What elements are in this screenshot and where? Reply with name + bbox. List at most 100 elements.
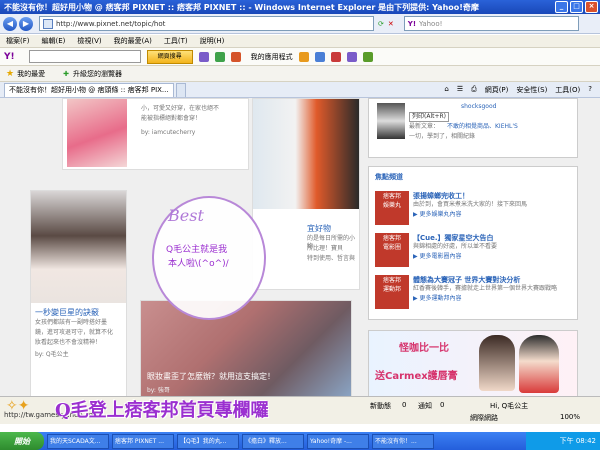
stop-icon[interactable]: ✕ xyxy=(388,20,394,28)
page-content: 小，可愛又好穿，在家也絕不 能被指標絕對都會穿！ by: iamcutecher… xyxy=(0,98,600,396)
best-label: Best xyxy=(168,206,204,225)
channel-badge-text: 痞客邦 xyxy=(382,193,401,200)
yahoo-search-input[interactable] xyxy=(28,50,141,63)
article-desc: 女孩們都該有一副時搭好墨 xyxy=(35,319,108,326)
my-apps-label[interactable]: 我的應用程式 xyxy=(251,52,293,62)
channel-headline[interactable]: 張揚蟑螂完收工！ xyxy=(413,191,469,201)
toolbar-app-icon[interactable] xyxy=(362,51,373,62)
advertisement[interactable]: 怪咖比一比 送Carmex護唇膏 xyxy=(368,330,578,396)
system-tray: 下午 08:42 xyxy=(526,432,600,450)
article-card[interactable]: 小，可愛又好穿，在家也絕不 能被指標絕對都會穿！ by: iamcutecher… xyxy=(62,98,249,170)
article-card[interactable]: 眼妝畫歪了怎麼辦？就用這支搞定！ by: 強哥 xyxy=(140,300,352,396)
safety-menu[interactable]: 安全性(S) xyxy=(516,85,547,95)
taskbar-item[interactable]: 《擔白》釋放... xyxy=(242,433,304,449)
menu-tools[interactable]: 工具(T) xyxy=(164,36,188,46)
sparkle-icon: ✧✦ xyxy=(6,398,30,414)
ad-person-image xyxy=(519,335,559,393)
user-avatar xyxy=(377,103,405,139)
refresh-icon[interactable]: ⟳ xyxy=(378,20,384,28)
article-image xyxy=(253,99,359,209)
window-title: 不能沒有你！超好用小物 @ 痞客邦 PIXNET :: 痞客邦 PIXNET :… xyxy=(4,2,479,12)
channel-headline[interactable]: 【Cue.】獨家星空大告白 xyxy=(413,233,494,243)
close-button[interactable]: × xyxy=(585,1,598,13)
clock[interactable]: 下午 08:42 xyxy=(560,436,596,446)
favorites-bar: ★ 我的最愛 ✚ 升級您的瀏覽器 xyxy=(0,66,600,82)
yahoo-greeting[interactable]: Hi, Q毛公主 xyxy=(490,401,528,411)
start-button[interactable]: 開始 xyxy=(0,432,44,450)
zone-label: 網際網路 xyxy=(470,414,498,422)
toolbar-app-icon[interactable] xyxy=(314,51,325,62)
article-card[interactable]: 一秒變巨星的訣竅 女孩們都該有一副時搭好墨 鏡，進可攻退可守，就算不化 妝看起來… xyxy=(30,190,127,396)
maximize-button[interactable]: □ xyxy=(570,1,583,13)
article-desc: 妝看起來也不會沒精神！ xyxy=(35,339,102,346)
menu-file[interactable]: 檔案(F) xyxy=(6,36,30,46)
channel-more-link[interactable]: ▶ 更多運動邦內容 xyxy=(413,295,462,303)
toolbar-app-icon[interactable] xyxy=(346,51,357,62)
menu-view[interactable]: 檢視(V) xyxy=(77,36,101,46)
back-button[interactable]: ◀ xyxy=(3,16,17,31)
help-icon[interactable]: ? xyxy=(588,85,592,95)
article-author[interactable]: by: 強哥 xyxy=(147,385,170,394)
address-url: http://www.pixnet.net/topic/hot xyxy=(56,19,166,28)
favorites-star-icon[interactable]: ★ xyxy=(6,69,14,79)
taskbar-item[interactable]: 不能沒有你！... xyxy=(372,433,434,449)
add-favorite-icon[interactable]: ✚ xyxy=(63,70,69,78)
article-title[interactable]: 眼妝畫歪了怎麼辦？就用這支搞定！ xyxy=(147,371,275,382)
favorites-label[interactable]: 我的最愛 xyxy=(17,69,45,79)
channel-badge-text: 痞客邦 xyxy=(382,277,401,284)
menu-favorites[interactable]: 我的最愛(A) xyxy=(114,36,152,46)
tab-new[interactable] xyxy=(175,82,186,97)
user-name[interactable]: shocksgood xyxy=(461,103,496,111)
channel-more-link[interactable]: ▶ 更多電影圈內容 xyxy=(413,253,462,261)
latest-article-link[interactable]: 不敢的相覺商品、KIEHL'S xyxy=(447,123,518,131)
channel-more-link[interactable]: ▶ 更多娛樂丸內容 xyxy=(413,211,462,219)
latest-label: 最新文章： xyxy=(409,123,440,130)
channel-badge-text: 娛樂丸 xyxy=(382,202,401,209)
article-image xyxy=(67,99,127,167)
toolbar-app-icon[interactable] xyxy=(198,51,209,62)
yahoo-toolbar-logo[interactable]: Y! xyxy=(4,52,15,62)
taskbar-item[interactable]: 痞客邦 PIXNET ... xyxy=(112,433,174,449)
bubble-text: Q毛公主就是我 xyxy=(166,245,228,255)
address-bar[interactable]: http://www.pixnet.net/topic/hot xyxy=(39,16,374,31)
article-desc: 小，可愛又好穿，在家也絕不 xyxy=(141,105,220,112)
print-icon[interactable]: ⎙ xyxy=(471,85,477,95)
yahoo-news-label[interactable]: 新動態 xyxy=(370,401,391,411)
toolbar-app-icon[interactable] xyxy=(214,51,225,62)
article-author[interactable]: by: iamcutecherry xyxy=(141,129,195,137)
page-menu[interactable]: 網頁(P) xyxy=(485,85,509,95)
tab-active[interactable]: 不能沒有你！超好用小物 @ 痞頭條 :: 痞客邦 PIX... xyxy=(4,82,174,97)
channel-badge-text: 電影圈 xyxy=(382,244,401,251)
menu-help[interactable]: 說明(H) xyxy=(200,36,225,46)
article-card[interactable]: 宜好物 的是每日所需的小物 所比理！寶貝 特到使用、哲言與 xyxy=(252,98,360,290)
address-row: ◀ ▶ http://www.pixnet.net/topic/hot ⟳ ✕ … xyxy=(0,14,600,34)
toolbar-app-icon[interactable] xyxy=(230,51,241,62)
article-author[interactable]: by: Q毛公主 xyxy=(35,351,69,359)
toolbar-app-icon[interactable] xyxy=(298,51,309,62)
page-icon xyxy=(43,18,53,29)
taskbar-item[interactable]: 我的天SCADA文... xyxy=(47,433,109,449)
taskbar-item[interactable]: Yahoo!奇摩 -... xyxy=(307,433,369,449)
article-title[interactable]: 宜好物 xyxy=(307,223,331,234)
home-icon[interactable]: ⌂ xyxy=(444,85,448,95)
web-search-button[interactable]: 網頁搜尋 xyxy=(146,49,193,64)
channel-badge: 痞客邦 電影圈 xyxy=(375,233,409,267)
sidebar-profile-box: shocksgood 列印(Alt+R) 最新文章： 不敢的相覺商品、KIEHL… xyxy=(368,98,578,158)
menu-edit[interactable]: 編輯(E) xyxy=(42,36,66,46)
print-button[interactable]: 列印(Alt+R) xyxy=(409,112,450,122)
feed-icon[interactable]: ☰ xyxy=(457,85,463,95)
zoom-level[interactable]: 100% xyxy=(560,413,580,421)
forward-button[interactable]: ▶ xyxy=(19,16,33,31)
channel-headline[interactable]: 體態為大賽冠子 世界大賽對決分析 xyxy=(413,275,520,285)
upgrade-browser-link[interactable]: 升級您的瀏覽器 xyxy=(73,69,122,79)
toolbar-search-input[interactable]: Y! Yahoo! xyxy=(403,16,579,31)
minimize-button[interactable]: _ xyxy=(555,1,568,13)
article-title[interactable]: 一秒變巨星的訣竅 xyxy=(35,307,99,318)
article-desc: 特到使用、哲言與 xyxy=(307,255,356,262)
toolbar-app-icon[interactable] xyxy=(330,51,341,62)
tools-menu[interactable]: 工具(O) xyxy=(555,85,580,95)
channel-desc: 與錦相處的好處，所以並不看要 xyxy=(413,243,498,250)
taskbar-item[interactable]: 【Q毛】我的丸... xyxy=(177,433,239,449)
menu-bar: 檔案(F) 編輯(E) 檢視(V) 我的最愛(A) 工具(T) 說明(H) xyxy=(0,35,600,48)
yahoo-notice-label[interactable]: 通知 xyxy=(418,401,432,411)
